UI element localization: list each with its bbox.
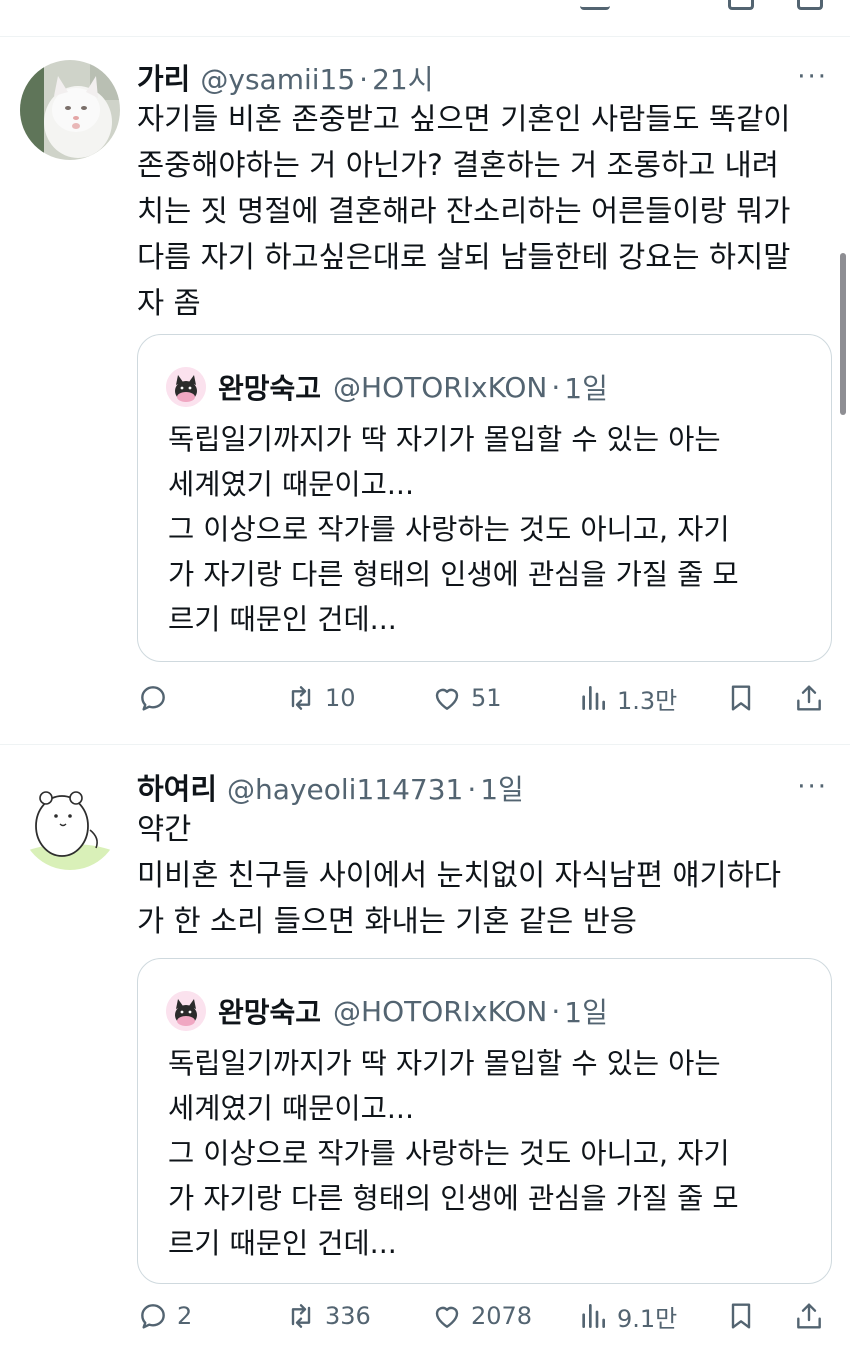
- quoted-text-line: 독립일기까지가 딱 자기가 몰입할 수 있는 아는: [168, 423, 721, 456]
- quoted-tweet-text: 독립일기까지가 딱 자기가 몰입할 수 있는 아는 세계였기 때문이고... 그…: [168, 1041, 818, 1266]
- tweet-text-line: 미비혼 친구들 사이에서 눈치없이 자식남편 얘기하다: [137, 858, 781, 892]
- quoted-tweet[interactable]: 완망숙고 @HOTORIxKON · 1일 독립일기까지가 딱 자기가 몰입할 …: [137, 958, 832, 1284]
- tweet-actions: 10 51 1.3만: [137, 678, 832, 718]
- quoted-tweet-text: 독립일기까지가 딱 자기가 몰입할 수 있는 아는 세계였기 때문이고... 그…: [168, 417, 818, 642]
- retweet-button[interactable]: 10: [285, 678, 356, 718]
- bookmark-button[interactable]: [725, 1296, 757, 1336]
- views-icon: [582, 1304, 605, 1328]
- scrollbar[interactable]: [840, 253, 846, 415]
- more-icon[interactable]: ···: [797, 772, 828, 802]
- quoted-tweet-header: 완망숙고 @HOTORIxKON · 1일: [166, 365, 608, 409]
- like-icon: [435, 688, 459, 710]
- separator-dot: ·: [467, 773, 477, 806]
- quoted-tweet-header: 완망숙고 @HOTORIxKON · 1일: [166, 989, 608, 1033]
- divider: [0, 36, 850, 37]
- like-count: 51: [471, 684, 502, 712]
- retweet-count: 10: [325, 684, 356, 712]
- quoted-text-line: 가 자기랑 다른 형태의 인생에 관심을 가질 줄 모: [168, 1182, 739, 1215]
- tweet-text: 약간 미비혼 친구들 사이에서 눈치없이 자식남편 얘기하다 가 한 소리 들으…: [137, 806, 832, 944]
- more-icon[interactable]: ···: [797, 62, 828, 92]
- separator-dot: ·: [359, 63, 369, 96]
- tweet-header: 가리 @ysamii15 · 21시: [137, 56, 433, 96]
- quoted-timestamp: 1일: [564, 996, 608, 1029]
- views-icon: [582, 686, 605, 710]
- divider: [0, 744, 850, 745]
- quoted-text-line: 르기 때문인 건데...: [168, 603, 397, 636]
- bookmark-icon: [731, 1303, 751, 1329]
- tweet-text-line: 가 한 소리 들으면 화내는 기혼 같은 반응: [137, 904, 637, 938]
- bookmark-button[interactable]: [725, 678, 757, 718]
- share-button[interactable]: [793, 1296, 825, 1336]
- separator-dot: ·: [551, 370, 561, 404]
- views-icon[interactable]: [580, 0, 610, 10]
- like-button[interactable]: 2078: [431, 1296, 532, 1336]
- reply-icon: [141, 1304, 165, 1329]
- share-button[interactable]: [793, 678, 825, 718]
- quoted-text-line: 그 이상으로 작가를 사랑하는 것도 아니고, 자기: [168, 513, 730, 546]
- quoted-text-line: 세계였기 때문이고...: [168, 468, 414, 501]
- like-count: 2078: [471, 1302, 533, 1330]
- tweet-text: 자기들 비혼 존중받고 싶으면 기혼인 사람들도 똑같이 존중해야하는 거 아닌…: [137, 96, 832, 326]
- share-icon[interactable]: [797, 0, 823, 10]
- reply-icon: [141, 686, 165, 711]
- bookmark-icon[interactable]: [728, 0, 754, 10]
- like-icon: [435, 1306, 459, 1328]
- separator-dot: ·: [551, 994, 561, 1028]
- tweet-text-line: 치는 짓 명절에 결혼해라 잔소리하는 어른들이랑 뭐가: [137, 194, 791, 228]
- previous-tweet-actions: [0, 0, 850, 38]
- quoted-username: @HOTORIxKON: [333, 370, 548, 404]
- tweet-text-line: 약간: [137, 812, 192, 846]
- quoted-username: @HOTORIxKON: [333, 994, 548, 1028]
- like-button[interactable]: 51: [431, 678, 502, 718]
- share-icon: [797, 685, 821, 711]
- quoted-timestamp: 1일: [564, 372, 608, 405]
- tweet-text-line: 자기들 비혼 존중받고 싶으면 기혼인 사람들도 똑같이: [137, 102, 791, 136]
- views-button[interactable]: 9.1만: [577, 1296, 677, 1336]
- quoted-text-line: 세계였기 때문이고...: [168, 1092, 414, 1125]
- retweet-icon: [291, 1304, 311, 1328]
- reply-button[interactable]: 2: [137, 1296, 192, 1336]
- quoted-text-line: 르기 때문인 건데...: [168, 1227, 397, 1260]
- reply-button[interactable]: [137, 678, 177, 718]
- quoted-text-line: 독립일기까지가 딱 자기가 몰입할 수 있는 아는: [168, 1047, 721, 1080]
- quoted-text-line: 그 이상으로 작가를 사랑하는 것도 아니고, 자기: [168, 1137, 730, 1170]
- tweet-actions: 2 336 2078 9.1만: [137, 1296, 832, 1336]
- views-button[interactable]: 1.3만: [577, 678, 677, 718]
- username[interactable]: @hayeoli114731: [227, 773, 463, 806]
- username[interactable]: @ysamii15: [200, 63, 355, 96]
- retweet-count: 336: [325, 1302, 371, 1330]
- tweet-header: 하여리 @hayeoli114731 · 1일: [137, 766, 524, 806]
- quoted-avatar: [166, 367, 206, 407]
- timestamp[interactable]: 1일: [480, 768, 524, 808]
- display-name[interactable]: 가리: [137, 56, 190, 98]
- tweet-text-line: 자 좀: [137, 286, 201, 320]
- avatar[interactable]: [20, 60, 120, 160]
- view-count: 1.3만: [617, 686, 678, 715]
- retweet-button[interactable]: 336: [285, 1296, 371, 1336]
- avatar[interactable]: [20, 770, 120, 870]
- display-name[interactable]: 하여리: [137, 766, 217, 808]
- view-count: 9.1만: [617, 1304, 678, 1333]
- bookmark-icon: [731, 685, 751, 711]
- quoted-display-name: 완망숙고: [218, 996, 322, 1029]
- timestamp[interactable]: 21시: [372, 58, 433, 98]
- share-icon: [797, 1303, 821, 1329]
- quoted-avatar: [166, 991, 206, 1031]
- retweet-icon: [291, 686, 311, 710]
- reply-count: 2: [177, 1302, 193, 1330]
- quoted-text-line: 가 자기랑 다른 형태의 인생에 관심을 가질 줄 모: [168, 558, 739, 591]
- quoted-display-name: 완망숙고: [218, 372, 322, 405]
- quoted-tweet[interactable]: 완망숙고 @HOTORIxKON · 1일 독립일기까지가 딱 자기가 몰입할 …: [137, 334, 832, 662]
- tweet-text-line: 다름 자기 하고싶은대로 살되 남들한테 강요는 하지말: [137, 240, 791, 274]
- tweet-text-line: 존중해야하는 거 아닌가? 결혼하는 거 조롱하고 내려: [137, 148, 779, 182]
